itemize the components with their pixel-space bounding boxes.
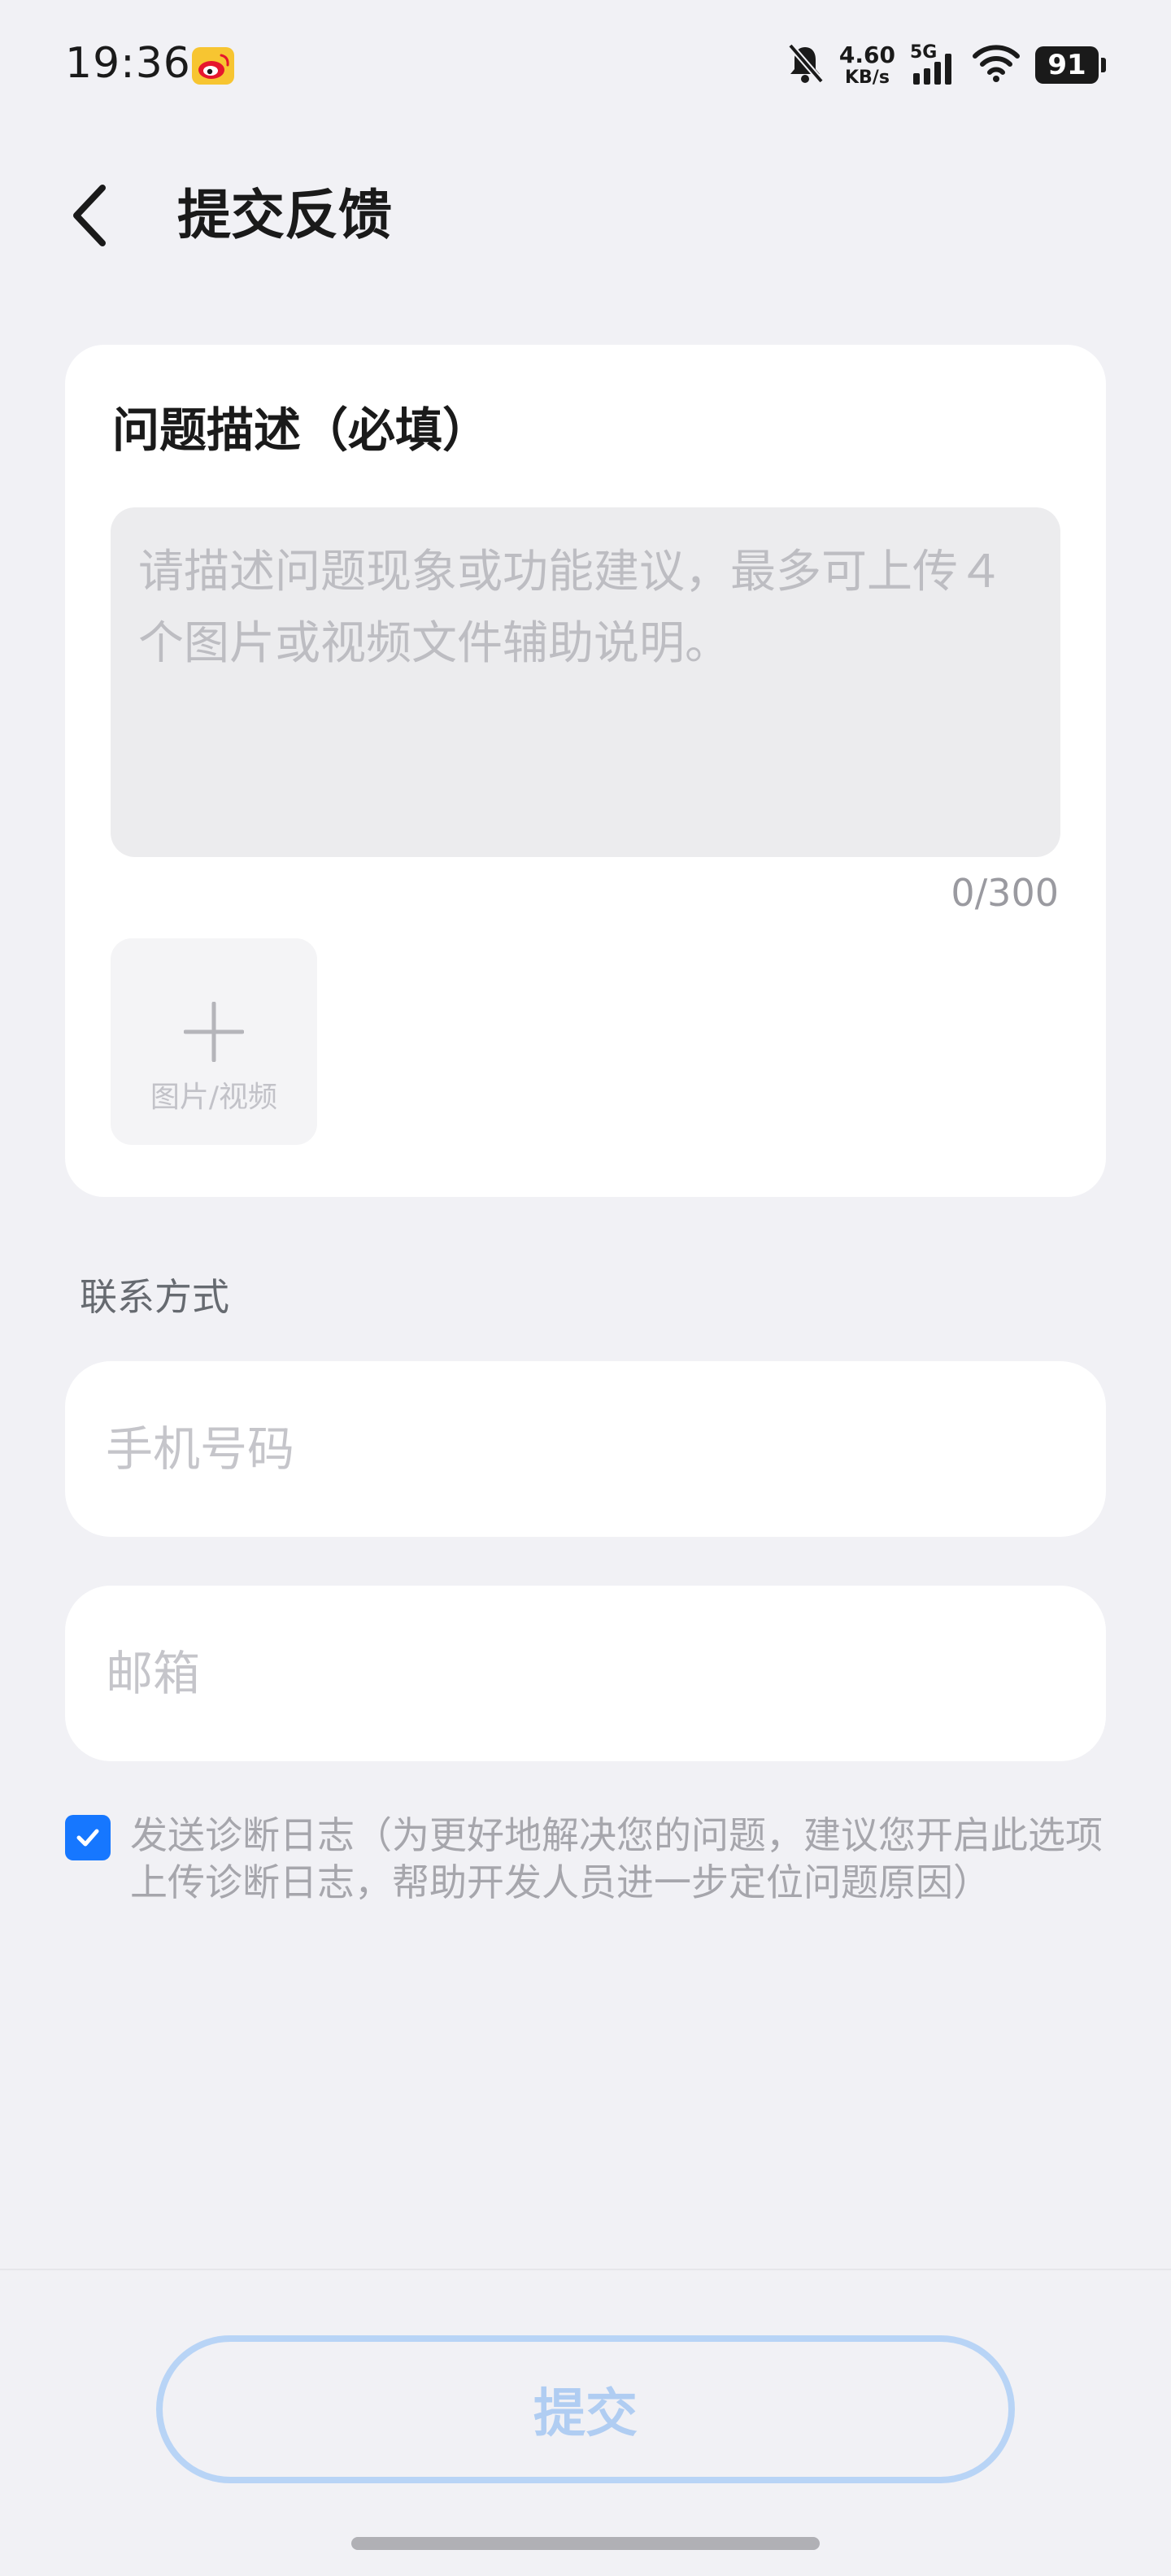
bell-off-icon <box>786 42 825 88</box>
contact-section-label: 联系方式 <box>80 1275 229 1319</box>
chevron-left-icon <box>73 185 106 246</box>
add-media-button[interactable]: 图片/视频 <box>111 938 317 1145</box>
submit-button[interactable]: 提交 <box>156 2335 1015 2483</box>
battery-level: 91 <box>1035 46 1099 84</box>
plus-icon <box>184 1002 244 1062</box>
battery-nub <box>1101 58 1106 72</box>
add-media-label: 图片/视频 <box>150 1081 278 1114</box>
status-time: 19:36 <box>65 39 191 88</box>
network-speed: 4.60 KB/s <box>838 41 895 88</box>
description-title: 问题描述（必填） <box>112 402 490 458</box>
battery-icon: 91 <box>1035 46 1106 84</box>
status-bar: 19:36 4.60 KB/s 5G 91 <box>0 0 1171 130</box>
page-title: 提交反馈 <box>177 184 392 246</box>
description-card: 问题描述（必填） 请描述问题现象或功能建议，最多可上传４个图片或视频文件辅助说明… <box>65 345 1106 1197</box>
network-speed-value: 4.60 <box>838 41 895 68</box>
description-placeholder: 请描述问题现象或功能建议，最多可上传４个图片或视频文件辅助说明。 <box>138 546 1003 670</box>
phone-input[interactable] <box>65 1361 1106 1537</box>
email-input[interactable] <box>65 1586 1106 1761</box>
network-speed-unit: KB/s <box>844 67 890 88</box>
signal-icon: 5G <box>910 44 957 86</box>
description-input[interactable]: 请描述问题现象或功能建议，最多可上传４个图片或视频文件辅助说明。 <box>111 507 1060 857</box>
home-indicator[interactable] <box>351 2537 820 2550</box>
check-icon <box>76 1829 99 1847</box>
bottom-divider <box>0 2269 1171 2270</box>
diagnostic-log-checkbox[interactable] <box>65 1815 111 1860</box>
character-count: 0/300 <box>951 871 1059 915</box>
status-right: 4.60 KB/s 5G 91 <box>786 39 1106 91</box>
wifi-icon <box>972 43 1021 87</box>
feedback-page: 19:36 4.60 KB/s 5G 91 提交反馈 问题描述（必填） 请描述问… <box>0 0 1171 2576</box>
weibo-icon <box>192 47 234 85</box>
diagnostic-log-text: 发送诊断日志（为更好地解决您的问题，建议您开启此选项上传诊断日志，帮助开发人员进… <box>130 1813 1103 1904</box>
back-button[interactable] <box>68 179 125 252</box>
